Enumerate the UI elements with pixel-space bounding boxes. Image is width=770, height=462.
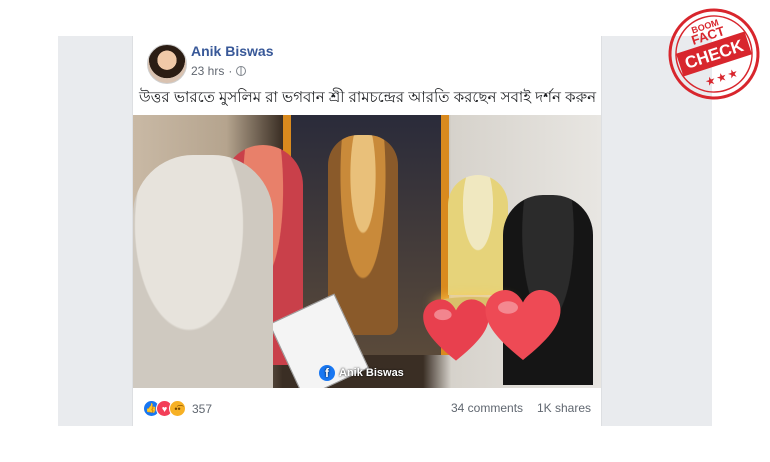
facebook-icon: f (319, 365, 335, 381)
watermark-label: Anik Biswas (339, 367, 404, 379)
heart-icon (485, 290, 561, 360)
stamp-stars: ★ ★ ★ (705, 68, 739, 89)
avatar[interactable] (147, 44, 187, 84)
shares-count[interactable]: 1K shares (537, 401, 591, 415)
post-text: উত্তর ভারতে মুসলিম রা ভগবান শ্রী রামচন্দ… (139, 89, 597, 106)
sad-reaction-icon: •͡• (169, 400, 186, 417)
author-name[interactable]: Anik Biswas (191, 43, 273, 59)
heart-icon (423, 299, 489, 361)
post-meta: 23 hrs · (191, 64, 247, 78)
woman-figure (133, 155, 273, 388)
post-footer: 👍 ♥ •͡• 357 34 comments 1K shares (133, 396, 601, 422)
reaction-count[interactable]: 357 (192, 402, 212, 416)
fact-check-stamp: BOOM FACT CHECK ★ ★ ★ (668, 8, 760, 100)
woman-figure (448, 175, 508, 295)
comments-count[interactable]: 34 comments (451, 401, 523, 415)
video-watermark: f Anik Biswas (319, 365, 404, 381)
separator-dot: · (228, 64, 233, 78)
reactions-summary[interactable]: 👍 ♥ •͡• 357 (143, 400, 212, 417)
video-player[interactable]: f Anik Biswas (133, 115, 601, 388)
globe-icon[interactable] (236, 66, 247, 76)
post-timestamp[interactable]: 23 hrs (191, 64, 224, 78)
facebook-post: Anik Biswas 23 hrs · উত্তর ভারতে মুসলিম … (132, 36, 602, 426)
